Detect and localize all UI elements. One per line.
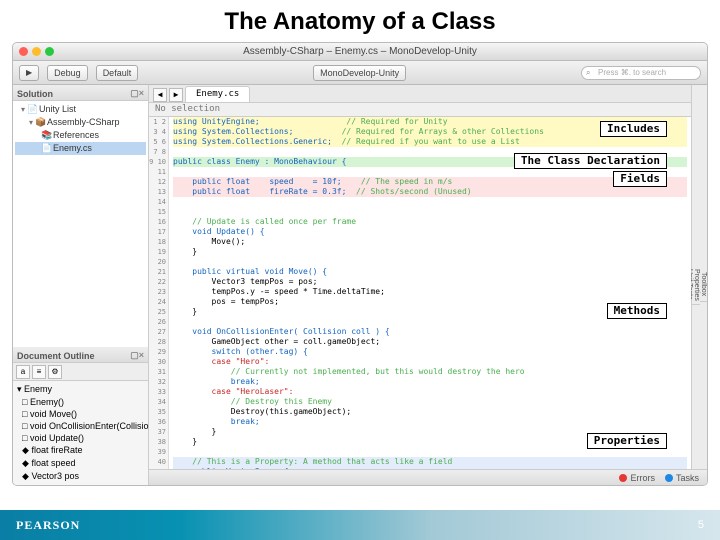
rail-properties[interactable]: Properties xyxy=(693,265,700,306)
file-tab[interactable]: Enemy.cs xyxy=(185,86,250,102)
callout-methods: Methods xyxy=(607,303,667,319)
app-label: MonoDevelop-Unity xyxy=(313,65,406,81)
outline-group-icon[interactable]: ≡ xyxy=(32,365,46,379)
outline-item[interactable]: □ void OnCollisionEnter(Collision) xyxy=(17,420,144,432)
outline-item[interactable]: ◆ Vector3 pos xyxy=(17,470,144,483)
breadcrumb[interactable]: No selection xyxy=(149,103,691,117)
callout-properties: Properties xyxy=(587,433,667,449)
outline-pane-header: Document Outline ▢× xyxy=(13,347,148,363)
right-rail: Toolbox Properties Unit Tests xyxy=(691,85,707,485)
status-tasks[interactable]: Tasks xyxy=(665,473,699,483)
outline-item[interactable]: □ void Update() xyxy=(17,432,144,444)
target-select[interactable]: Default xyxy=(96,65,139,81)
outline-filter-icon[interactable]: ⚙ xyxy=(48,365,62,379)
tree-item[interactable]: 📄Unity List xyxy=(15,103,146,116)
tree-item[interactable]: 📚References xyxy=(15,129,146,142)
outline-pane-title: Document Outline xyxy=(17,351,95,361)
line-gutter: 1 2 3 4 5 6 7 8 9 10 11 12 13 14 15 16 1… xyxy=(149,117,169,485)
outline-item[interactable]: □ Enemy() xyxy=(17,396,144,408)
rail-toolbox[interactable]: Toolbox xyxy=(700,268,707,301)
nav-back-icon[interactable]: ◀ xyxy=(153,88,167,102)
outline-item[interactable]: ◆ float speed xyxy=(17,457,144,470)
outline-item[interactable]: □ void Move() xyxy=(17,408,144,420)
outline-list[interactable]: ▾ Enemy □ Enemy() □ void Move() □ void O… xyxy=(13,381,148,485)
pane-close-icon[interactable]: ▢× xyxy=(130,350,144,361)
callout-class-declaration: The Class Declaration xyxy=(514,153,667,169)
nav-fwd-icon[interactable]: ▶ xyxy=(169,88,183,102)
solution-tree[interactable]: 📄Unity List 📦Assembly-CSharp 📚References… xyxy=(13,101,148,347)
pane-close-icon[interactable]: ▢× xyxy=(130,88,144,99)
slide-title: The Anatomy of a Class xyxy=(0,0,720,42)
window-title: Assembly-CSharp – Enemy.cs – MonoDevelop… xyxy=(13,46,707,57)
tree-item-selected[interactable]: 📄Enemy.cs xyxy=(15,142,146,155)
config-select[interactable]: Debug xyxy=(47,65,88,81)
solution-pane-header: Solution ▢× xyxy=(13,85,148,101)
page-number: 5 xyxy=(698,519,704,531)
editor-area: ◀ ▶ Enemy.cs No selection 1 2 3 4 5 6 7 … xyxy=(149,85,707,485)
toolbar: Debug Default MonoDevelop-Unity Press ⌘.… xyxy=(13,61,707,85)
ide-body: Solution ▢× 📄Unity List 📦Assembly-CSharp… xyxy=(13,85,707,485)
outline-sort-icon[interactable]: a xyxy=(16,365,30,379)
run-button[interactable] xyxy=(19,65,39,81)
sidebar: Solution ▢× 📄Unity List 📦Assembly-CSharp… xyxy=(13,85,149,485)
code-editor[interactable]: ◀ ▶ Enemy.cs No selection 1 2 3 4 5 6 7 … xyxy=(149,85,691,485)
outline-item[interactable]: ◆ float fireRate xyxy=(17,444,144,457)
search-input[interactable]: Press ⌘. to search xyxy=(581,66,701,80)
tree-item[interactable]: 📦Assembly-CSharp xyxy=(15,116,146,129)
window-titlebar: Assembly-CSharp – Enemy.cs – MonoDevelop… xyxy=(13,43,707,61)
brand-logo: PEARSON xyxy=(16,518,80,533)
status-errors[interactable]: Errors xyxy=(619,473,655,483)
callout-includes: Includes xyxy=(600,121,667,137)
status-bar: Errors Tasks xyxy=(149,469,707,485)
tab-strip: ◀ ▶ Enemy.cs xyxy=(149,85,691,103)
ide-window: Assembly-CSharp – Enemy.cs – MonoDevelop… xyxy=(12,42,708,486)
outline-item[interactable]: ▾ Enemy xyxy=(17,383,144,396)
solution-pane-title: Solution xyxy=(17,89,53,99)
callout-fields: Fields xyxy=(613,171,667,187)
slide-footer: PEARSON 5 xyxy=(0,510,720,540)
outline-toolbar: a ≡ ⚙ xyxy=(13,363,148,381)
